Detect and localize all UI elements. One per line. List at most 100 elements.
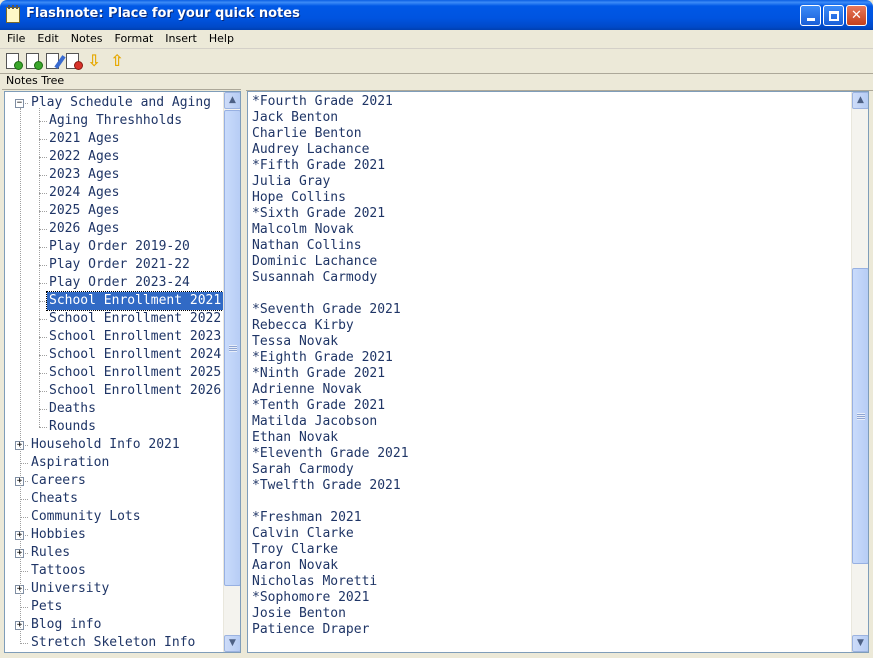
maximize-icon — [828, 10, 839, 21]
tree-item[interactable]: School Enrollment 2022 — [5, 310, 225, 328]
tree-item[interactable]: 2024 Ages — [5, 184, 225, 202]
note-line: Calvin Clarke — [252, 526, 354, 541]
tree-item[interactable]: 2023 Ages — [5, 166, 225, 184]
tree-item[interactable]: + University — [5, 580, 225, 598]
note-line: *Eighth Grade 2021 — [252, 350, 393, 365]
tree-item[interactable]: 2025 Ages — [5, 202, 225, 220]
maximize-button[interactable] — [823, 5, 844, 26]
note-text[interactable]: *Fourth Grade 2021 Jack Benton Charlie Ben… — [252, 94, 409, 638]
note-scrollbar[interactable]: ▲ ▼ — [851, 92, 868, 652]
menu-format[interactable]: Format — [109, 30, 160, 48]
move-down-icon[interactable]: ⇩ — [86, 53, 102, 69]
tree-item[interactable]: Cheats — [5, 490, 225, 508]
tree-item[interactable]: + Rules — [5, 544, 225, 562]
move-up-icon[interactable]: ⇧ — [109, 53, 125, 69]
tree-connector — [39, 391, 47, 392]
collapse-icon[interactable]: − — [15, 99, 24, 108]
tree-item[interactable]: Pets — [5, 598, 225, 616]
tree-item-label: Play Order 2019-20 — [49, 239, 190, 254]
edit-note-icon[interactable] — [46, 53, 66, 69]
note-line: *Sophomore 2021 — [252, 590, 370, 605]
tree-scrollbar[interactable]: ▲ ▼ — [223, 92, 240, 652]
tree-item[interactable]: School Enrollment 2023 — [5, 328, 225, 346]
tree-item[interactable]: 2021 Ages — [5, 130, 225, 148]
tree-scroll-down-button[interactable]: ▼ — [224, 635, 240, 652]
note-line: Ethan Novak — [252, 430, 339, 445]
tree-item[interactable]: Play Order 2019-20 — [5, 238, 225, 256]
tree-item-label: Aging Threshholds — [49, 113, 183, 128]
tree-item[interactable]: Rounds — [5, 418, 225, 436]
tree-connector — [39, 175, 47, 176]
tree-connector — [39, 337, 47, 338]
tree-item[interactable]: School Enrollment 2021 — [5, 291, 225, 311]
tree-item[interactable]: Tattoos — [5, 562, 225, 580]
menu-insert[interactable]: Insert — [159, 30, 203, 48]
note-scroll-down-button[interactable]: ▼ — [852, 635, 868, 652]
tree-connector — [20, 463, 28, 464]
notepad-icon[interactable] — [6, 5, 20, 23]
tree-item[interactable]: School Enrollment 2024 — [5, 346, 225, 364]
delete-note-icon[interactable] — [66, 53, 83, 70]
tree-item[interactable]: School Enrollment 2026 — [5, 382, 225, 400]
tree-connector — [20, 499, 28, 500]
tree-connector — [20, 517, 28, 518]
menu-notes[interactable]: Notes — [65, 30, 109, 48]
note-line — [252, 286, 409, 302]
note-scroll-thumb[interactable] — [852, 268, 868, 564]
note-line: *Twelfth Grade 2021 — [252, 478, 401, 493]
note-line: *Fourth Grade 2021 — [252, 94, 393, 109]
tree-item[interactable]: Play Order 2023-24 — [5, 274, 225, 292]
tree-item[interactable]: − Play Schedule and Aging — [5, 94, 225, 112]
note-line — [252, 494, 409, 510]
tree-item[interactable]: + Careers — [5, 472, 225, 490]
tree-item-label: School Enrollment 2022 — [49, 311, 222, 326]
tree-item[interactable]: + Household Info 2021 — [5, 436, 225, 454]
note-line: Patience Draper — [252, 622, 370, 637]
tree-guide-line — [20, 108, 21, 644]
notes-tree-header: Notes Tree — [2, 74, 241, 90]
tree-item-label: University — [31, 581, 110, 596]
minimize-button[interactable] — [800, 5, 821, 26]
tree-item[interactable]: Deaths — [5, 400, 225, 418]
note-line: Audrey Lachance — [252, 142, 370, 157]
menu-edit[interactable]: Edit — [31, 30, 64, 48]
tree-guide-line — [39, 108, 40, 427]
tree-item[interactable]: Play Order 2021-22 — [5, 256, 225, 274]
note-line: *Seventh Grade 2021 — [252, 302, 401, 317]
tree-item[interactable]: School Enrollment 2025 — [5, 364, 225, 382]
close-button[interactable]: ✕ — [846, 5, 867, 26]
tree-item[interactable]: Stretch Skeleton Info — [5, 634, 225, 652]
note-editor[interactable]: *Fourth Grade 2021 Jack Benton Charlie Ben… — [247, 91, 869, 653]
tree-scroll-up-button[interactable]: ▲ — [224, 92, 240, 109]
note-line: *Sixth Grade 2021 — [252, 206, 386, 221]
tree-item-label: Tattoos — [31, 563, 86, 578]
tree-connector — [39, 193, 47, 194]
menu-help[interactable]: Help — [203, 30, 240, 48]
note-scroll-up-button[interactable]: ▲ — [852, 92, 868, 109]
new-note-icon[interactable] — [6, 53, 23, 70]
note-line: *Freshman 2021 — [252, 510, 362, 525]
tree-scroll-thumb[interactable] — [224, 110, 240, 586]
tree-item[interactable]: + Hobbies — [5, 526, 225, 544]
title-bar[interactable]: Flashnote: Place for your quick notes ✕ — [0, 0, 873, 30]
tree-item[interactable]: Community Lots — [5, 508, 225, 526]
panel-splitter[interactable] — [241, 74, 246, 658]
note-line: Sarah Carmody — [252, 462, 354, 477]
tree-item[interactable]: 2022 Ages — [5, 148, 225, 166]
tree-item-label: School Enrollment 2024 — [49, 347, 222, 362]
tree-item[interactable]: 2026 Ages — [5, 220, 225, 238]
tree-item-label: Hobbies — [31, 527, 86, 542]
tree-item-label: Play Order 2021-22 — [49, 257, 190, 272]
menu-file[interactable]: File — [0, 30, 31, 48]
tree-connector — [39, 301, 47, 302]
tree-item[interactable]: Aging Threshholds — [5, 112, 225, 130]
tree-item[interactable]: + Blog info — [5, 616, 225, 634]
tree-item-label: School Enrollment 2023 — [49, 329, 222, 344]
note-line: *Fifth Grade 2021 — [252, 158, 386, 173]
notes-tree[interactable]: − Play Schedule and Aging Aging Threshhold… — [4, 91, 241, 653]
tree-item[interactable]: Aspiration — [5, 454, 225, 472]
tree-item-label: Community Lots — [31, 509, 141, 524]
tree-connector — [39, 139, 47, 140]
tree-connector — [39, 409, 47, 410]
new-subnote-icon[interactable] — [26, 53, 43, 70]
